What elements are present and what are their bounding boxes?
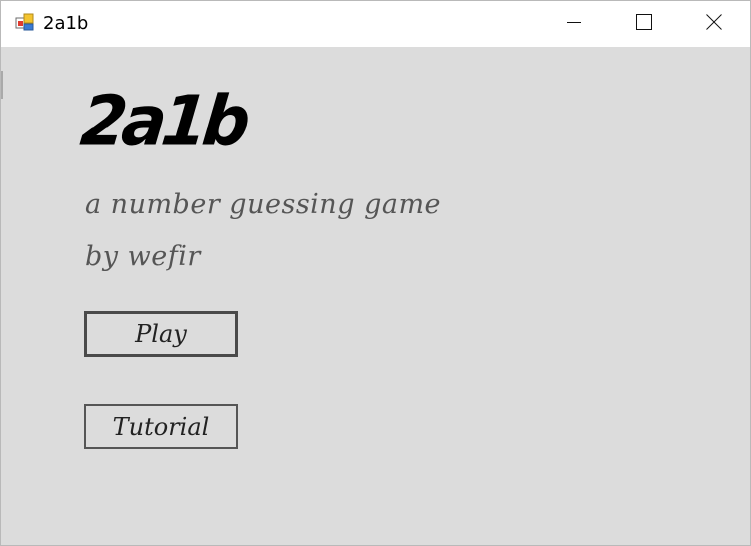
play-button[interactable]: Play [84, 311, 238, 357]
title-bar[interactable]: 2a1b [1, 1, 750, 47]
maximize-button[interactable] [609, 1, 679, 47]
maximize-icon [636, 14, 652, 34]
minimize-icon [566, 14, 582, 34]
app-window: 2a1b 2a1b a number guessing game by wefi… [0, 0, 751, 546]
close-icon [706, 14, 722, 34]
window-title: 2a1b [43, 13, 89, 34]
minimize-button[interactable] [539, 1, 609, 47]
game-logo: 2a1b [77, 80, 250, 162]
client-area: 2a1b a number guessing game by wefir Pla… [1, 47, 750, 545]
app-icon[interactable] [15, 13, 35, 33]
subtitle-author: by wefir [85, 241, 201, 272]
subtitle-description: a number guessing game [85, 189, 442, 220]
resize-edge [1, 71, 3, 99]
close-button[interactable] [679, 1, 749, 47]
tutorial-button[interactable]: Tutorial [84, 404, 238, 449]
